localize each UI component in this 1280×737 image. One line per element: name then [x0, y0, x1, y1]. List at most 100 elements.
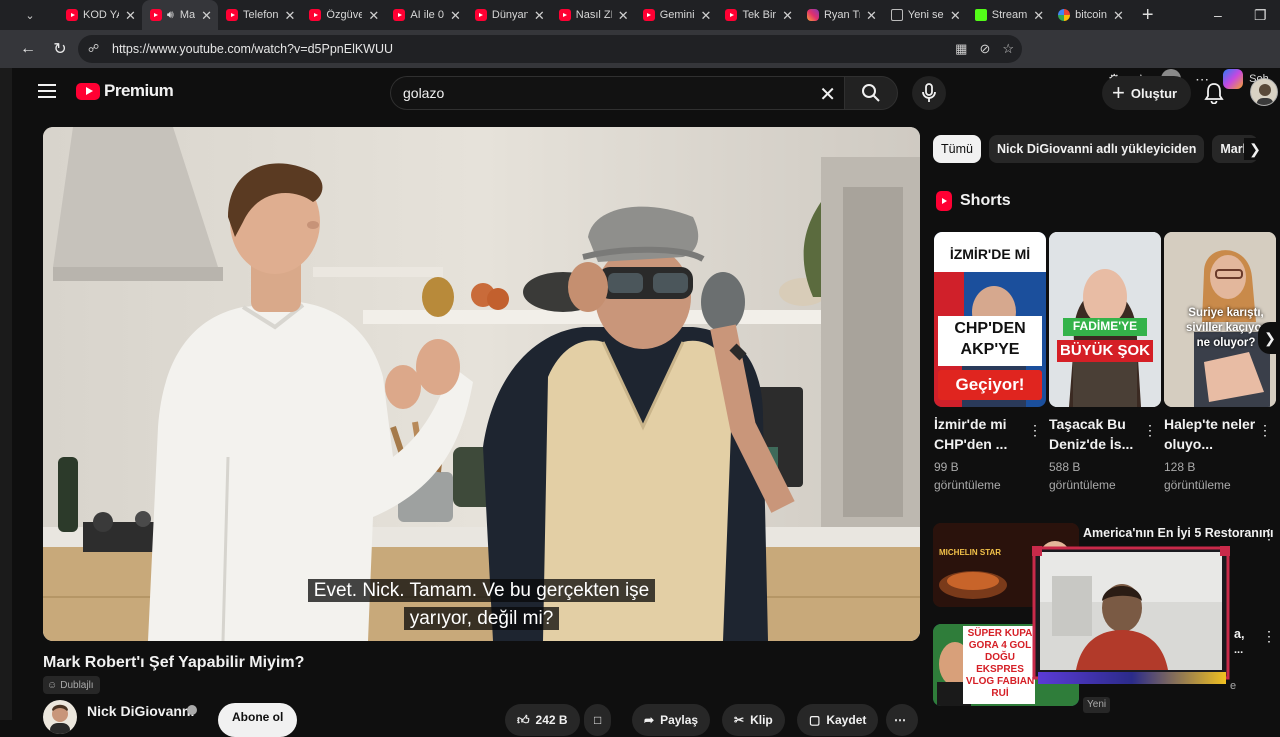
search-input[interactable]	[403, 85, 783, 101]
apps-grid-icon[interactable]: ▦	[955, 41, 967, 57]
tab-close-icon[interactable]: ✕	[534, 9, 545, 22]
browser-tab[interactable]: Telefon ✕	[218, 0, 301, 30]
shorts-heading: Shorts	[936, 191, 1011, 211]
browser-tab[interactable]: Özgüve ✕	[301, 0, 385, 30]
tab-close-icon[interactable]: ✕	[450, 9, 461, 22]
short-thumb-text-bottom: Geçiyor!	[955, 375, 1025, 394]
browser-tab[interactable]: Yeni sek ✕	[883, 0, 967, 30]
channel-name[interactable]: Nick DiGiovanni	[87, 703, 194, 719]
tab-close-icon[interactable]: ✕	[1033, 9, 1044, 22]
tab-close-icon[interactable]: ✕	[201, 9, 212, 22]
short-thumb-text-top: FADİME'YE	[1072, 319, 1138, 333]
tab-close-icon[interactable]: ✕	[285, 9, 296, 22]
related-video-title[interactable]: America'nın En İyi 5 Restoranını	[1083, 526, 1274, 540]
restore-icon[interactable]: ❐	[1254, 0, 1267, 30]
short-menu-icon[interactable]: ⋮	[1143, 422, 1157, 439]
short-thumbnail[interactable]: İZMİR'DE Mİ CHP'DEN AKP'YE Geçiyor!	[934, 232, 1046, 407]
shorts-logo-icon	[936, 191, 952, 211]
short-title[interactable]: Halep'te neler oluyo...	[1164, 414, 1256, 454]
browser-tab[interactable]: Dünyan ✕	[467, 0, 551, 30]
shorts-next-chevron-icon[interactable]: ❯	[1258, 322, 1280, 354]
dislike-button[interactable]: □	[584, 704, 612, 736]
search-button[interactable]	[844, 76, 898, 110]
instagram-icon	[806, 9, 819, 21]
tab-close-icon[interactable]: ✕	[782, 9, 793, 22]
browser-tab[interactable]: bitcoin ✕	[1050, 0, 1130, 30]
tab-audio-icon[interactable]: 🔊︎	[167, 9, 174, 22]
short-menu-icon[interactable]: ⋮	[1028, 422, 1042, 439]
like-button[interactable]: 👍︎ 242 B	[505, 704, 580, 736]
tab-close-icon[interactable]: ✕	[1113, 9, 1124, 22]
more-actions-button[interactable]: ⋯	[886, 704, 918, 736]
share-arrow-icon: ➦	[644, 713, 655, 727]
related-video-title[interactable]: a,	[1234, 627, 1244, 641]
tab-close-icon[interactable]: ✕	[368, 9, 379, 22]
favorite-star-icon[interactable]: ☆	[1002, 41, 1014, 57]
address-field[interactable]: ☍ https://www.youtube.com/watch?v=d5PpnE…	[78, 35, 1022, 63]
chip-all[interactable]: Tümü	[933, 135, 981, 163]
youtube-premium-logo[interactable]: Premium	[76, 81, 174, 101]
clear-search-icon[interactable]: ✕	[819, 82, 836, 107]
address-toolbar: ← ↻ ☍ https://www.youtube.com/watch?v=d5…	[0, 30, 1280, 89]
voice-search-button[interactable]	[912, 76, 946, 110]
save-button[interactable]: ▢ Kaydet	[797, 704, 879, 736]
tab-title: Dünyan	[491, 9, 528, 21]
reload-icon[interactable]: ↻	[44, 33, 76, 65]
browser-tab[interactable]: 🔊︎ Ma ✕	[141, 0, 219, 30]
create-button[interactable]: + Oluştur	[1102, 76, 1192, 110]
clip-label: Klip	[750, 713, 773, 727]
short-title[interactable]: Taşacak Bu Deniz'de İs...	[1049, 414, 1141, 454]
tab-close-icon[interactable]: ✕	[618, 9, 629, 22]
new-tab-plus-icon[interactable]: +	[1142, 4, 1154, 27]
kick-icon	[974, 9, 987, 21]
microphone-icon	[922, 83, 936, 102]
like-count: 242 B	[535, 713, 568, 727]
tab-close-icon[interactable]: ✕	[950, 9, 961, 22]
short-item[interactable]: FADİME'YE BÜYÜK ŞOK Taşacak Bu Deniz'de …	[1049, 232, 1161, 494]
tab-title: bitcoin	[1075, 9, 1107, 21]
verified-badge-icon	[187, 705, 197, 715]
account-avatar[interactable]	[1250, 78, 1278, 106]
webcam-overlay	[1032, 546, 1230, 686]
tracking-prevention-icon[interactable]: ⊘	[979, 41, 990, 57]
related-menu-icon[interactable]: ⋮	[1262, 526, 1276, 543]
tab-close-icon[interactable]: ✕	[866, 9, 877, 22]
youtube-icon	[642, 9, 655, 21]
subscribe-button[interactable]: Abone ol	[218, 703, 298, 737]
channel-avatar[interactable]	[43, 700, 77, 734]
related-menu-icon[interactable]: ⋮	[1262, 628, 1276, 645]
tab-close-icon[interactable]: ✕	[701, 9, 712, 22]
tab-title: Telefon	[243, 9, 279, 21]
browser-tab[interactable]: KOD YA ✕	[58, 0, 142, 30]
minimize-icon[interactable]: –	[1214, 0, 1222, 30]
youtube-icon	[393, 9, 406, 21]
chips-next-chevron-icon[interactable]: ❯	[1244, 138, 1266, 160]
browser-tab-bar: ⌄ KOD YA✕🔊︎Ma✕Telefon✕Özgüve✕AI ile 0✕Dü…	[0, 0, 1280, 30]
tab-search-chevron-icon[interactable]: ⌄	[16, 0, 44, 30]
short-thumbnail[interactable]: Suriye karıştı, siviller kaçıyor ne oluy…	[1164, 232, 1276, 407]
share-button[interactable]: ➦ Paylaş	[632, 704, 711, 736]
filter-chips: Tümü Nick DiGiovanni adlı yükleyiciden M…	[933, 135, 1268, 165]
browser-tab[interactable]: AI ile 0 ✕	[385, 0, 467, 30]
short-thumbnail[interactable]: FADİME'YE BÜYÜK ŞOK	[1049, 232, 1161, 407]
back-arrow-icon[interactable]: ←	[12, 33, 44, 65]
thumbs-down-icon: □	[594, 713, 602, 727]
chip-uploader[interactable]: Nick DiGiovanni adlı yükleyiciden	[988, 135, 1205, 163]
notifications-bell-icon[interactable]	[1202, 81, 1226, 105]
browser-tab[interactable]: Stream ✕	[967, 0, 1050, 30]
short-item[interactable]: İZMİR'DE Mİ CHP'DEN AKP'YE Geçiyor! İzmi…	[934, 232, 1046, 494]
short-title[interactable]: İzmir'de mi CHP'den ...	[934, 414, 1026, 454]
menu-icon[interactable]	[38, 84, 56, 98]
browser-tab[interactable]: Gemini ✕	[635, 0, 718, 30]
url-text: https://www.youtube.com/watch?v=d5PpnElK…	[112, 42, 394, 56]
browser-tab[interactable]: Tek Bir ✕	[717, 0, 799, 30]
tab-close-icon[interactable]: ✕	[125, 9, 136, 22]
short-item[interactable]: Suriye karıştı, siviller kaçıyor ne oluy…	[1164, 232, 1276, 494]
browser-tab[interactable]: Ryan Tr ✕	[799, 0, 883, 30]
site-info-icon[interactable]: ☍	[88, 42, 102, 56]
related-thumb-text: SÜPER KUPA GORA 4 GOL DOĞU EKSPRES VLOG …	[965, 628, 1035, 699]
clip-button[interactable]: ✂ Klip	[722, 704, 785, 736]
video-player[interactable]: Evet. Nick. Tamam. Ve bu gerçekten işe y…	[43, 127, 920, 641]
short-menu-icon[interactable]: ⋮	[1258, 422, 1272, 439]
browser-tab[interactable]: Nasıl ZE ✕	[551, 0, 635, 30]
